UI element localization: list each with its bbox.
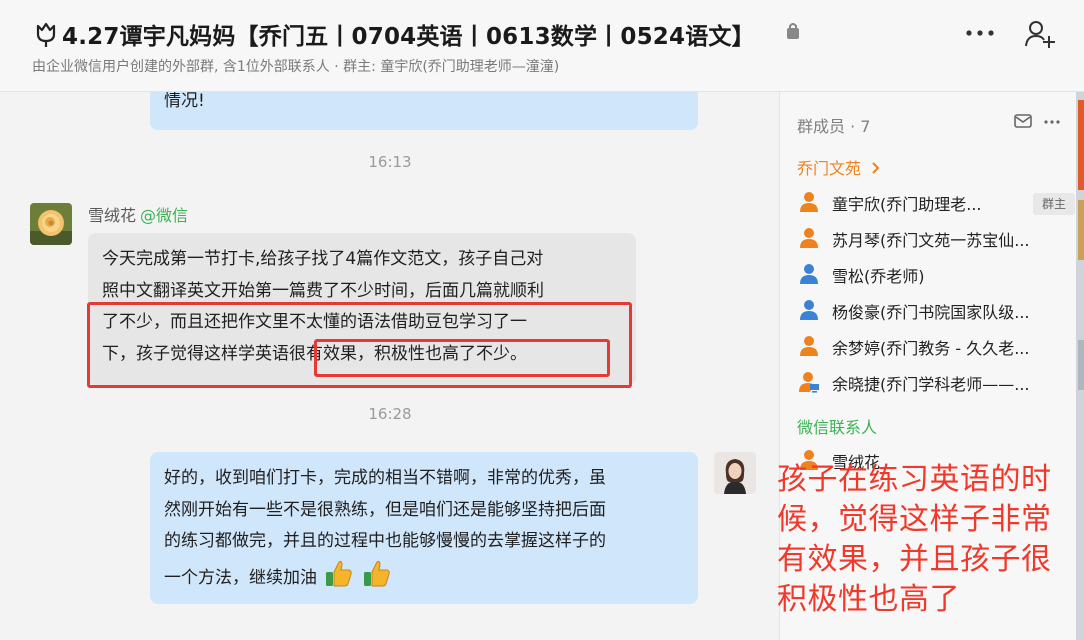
- add-member-icon[interactable]: [1024, 20, 1056, 48]
- member-name: 杨俊豪(乔门书院国家队级...: [832, 303, 1030, 322]
- member-name: 童宇欣(乔门助理老...: [832, 195, 982, 214]
- thumbs-up-icon: [363, 560, 390, 586]
- members-title: 群成员 · 7: [797, 117, 871, 136]
- person-icon: [800, 300, 818, 320]
- message-text: 情况!: [164, 92, 205, 111]
- message-line: 然刚开始有一些不是很熟练，但是咱们还是能够坚持把后面: [164, 499, 606, 520]
- more-icon[interactable]: [1044, 120, 1060, 124]
- chevron-right-icon: [872, 162, 880, 174]
- person-computer-icon: [799, 372, 819, 393]
- member-item[interactable]: 雪松(乔老师): [797, 261, 1067, 289]
- lock-icon: [787, 23, 799, 39]
- member-name: 余晓捷(乔门学科老师——...: [832, 375, 1030, 394]
- section-org[interactable]: 乔门文苑: [797, 155, 880, 179]
- thumbs-up-icon: [326, 560, 353, 586]
- edge-mark: [1078, 200, 1084, 260]
- timestamp: 16:13: [368, 153, 412, 171]
- message-line: 的练习都做完，并且的过程中也能够慢慢的去掌握这样子的: [164, 531, 606, 551]
- sender-name[interactable]: 雪绒花: [88, 206, 136, 225]
- member-name: 余梦婷(乔门教务 - 久久老...: [832, 339, 1030, 358]
- edge-mark: [1078, 340, 1084, 390]
- more-icon[interactable]: [966, 30, 994, 36]
- annotation-text: 孩子在练习英语的时候，觉得这样子非常有效果，并且孩子很积极性也高了: [777, 462, 1052, 617]
- member-item[interactable]: 余晓捷(乔门学科老师——...: [797, 369, 1067, 397]
- group-subtitle: 由企业微信用户创建的外部群, 含1位外部联系人 · 群主: 童宇欣(乔门助理老师…: [32, 59, 560, 75]
- member-name: 雪松(乔老师): [832, 267, 925, 286]
- message-line-last: 一个方法，继续加油: [164, 558, 684, 595]
- person-icon: [800, 264, 818, 284]
- member-item[interactable]: 童宇欣(乔门助理老... 群主: [797, 189, 1075, 217]
- member-item[interactable]: 余梦婷(乔门教务 - 久久老...: [797, 333, 1067, 361]
- section-wechat-label: 微信联系人: [797, 418, 878, 437]
- sender-source: @微信: [140, 206, 189, 225]
- previous-message-bubble[interactable]: 情况!: [150, 92, 698, 130]
- message-line: 今天完成第一节打卡,给孩子找了4篇作文范文，孩子自己对: [102, 249, 544, 269]
- member-item[interactable]: 杨俊豪(乔门书院国家队级...: [797, 297, 1067, 325]
- timestamp: 16:28: [368, 405, 412, 423]
- chat-header: 4.27谭宇凡妈妈【乔门五丨0704英语丨0613数学丨0524语文】 由企业微…: [0, 0, 1084, 92]
- edge-mark: [1078, 100, 1084, 190]
- tulip-icon: [36, 22, 56, 47]
- chat-area[interactable]: 情况! 16:13 雪绒花 @微信 今天完成第一节打卡,给孩子找了4篇作文范文，孩…: [0, 92, 780, 640]
- group-title[interactable]: 4.27谭宇凡妈妈【乔门五丨0704英语丨0613数学丨0524语文】: [62, 17, 755, 51]
- owner-badge: 群主: [1033, 193, 1075, 215]
- section-org-label: 乔门文苑: [797, 159, 862, 178]
- person-icon: [800, 336, 818, 356]
- message-line: 一个方法，继续加油: [164, 567, 317, 588]
- member-name: 苏月琴(乔门文苑一苏宝仙...: [832, 231, 1030, 250]
- avatar[interactable]: [30, 203, 72, 245]
- avatar[interactable]: [714, 452, 756, 494]
- person-icon: [800, 228, 818, 248]
- message-line: 好的，收到咱们打卡，完成的相当不错啊，非常的优秀，虽: [164, 468, 606, 488]
- sent-message-bubble[interactable]: 好的，收到咱们打卡，完成的相当不错啊，非常的优秀，虽 然刚开始有一些不是很熟练，…: [150, 452, 698, 604]
- red-highlight-box-inner: [314, 339, 610, 377]
- member-item[interactable]: 苏月琴(乔门文苑一苏宝仙...: [797, 225, 1067, 253]
- rose-avatar-icon: [30, 203, 72, 245]
- sender-row: 雪绒花 @微信: [88, 202, 188, 226]
- woman-avatar-icon: [714, 452, 756, 494]
- person-icon: [800, 192, 818, 212]
- mail-icon[interactable]: [1014, 114, 1032, 128]
